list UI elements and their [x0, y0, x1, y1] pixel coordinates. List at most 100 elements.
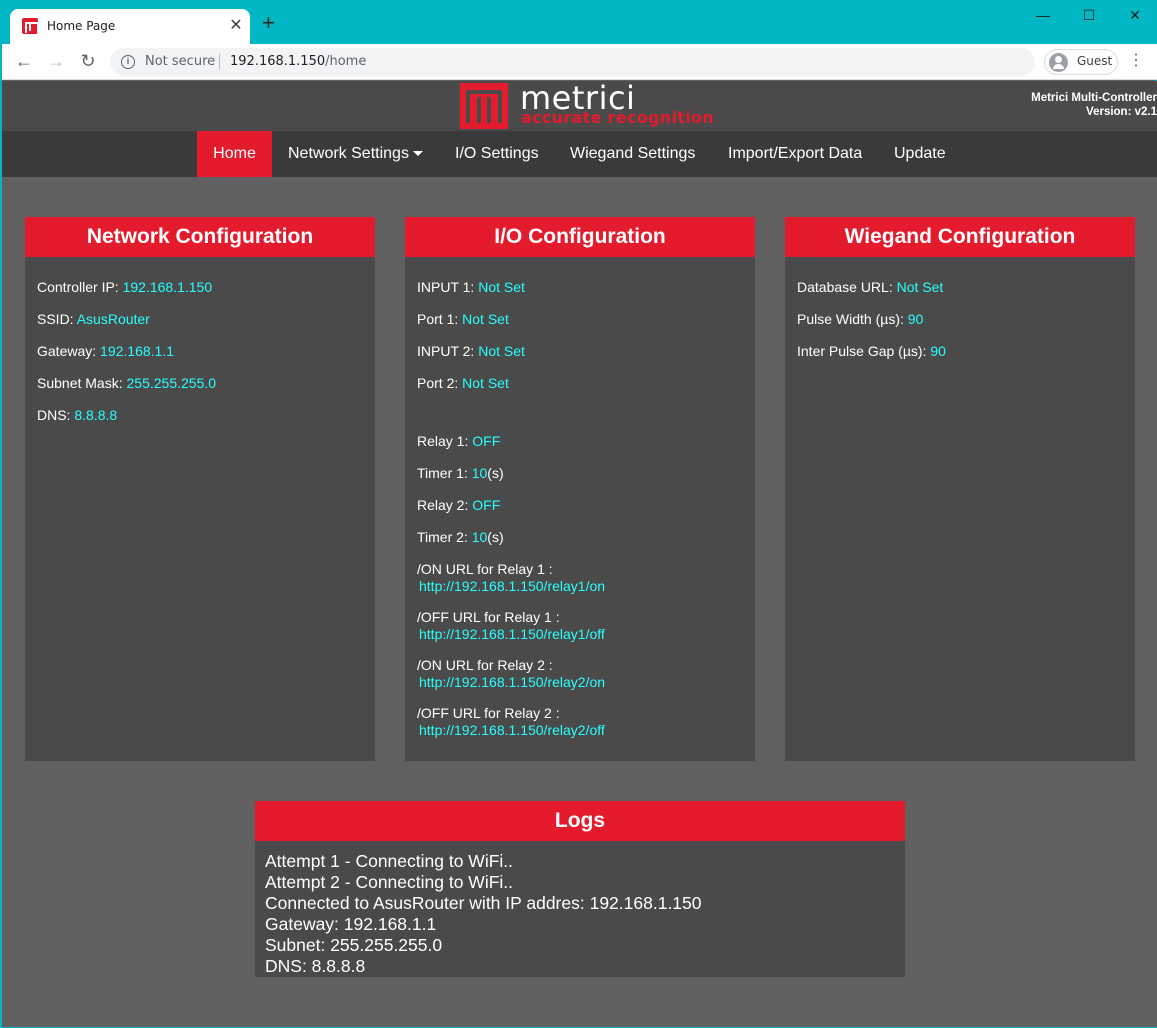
nav-network-settings-label: Network Settings: [288, 145, 409, 162]
field-label: Inter Pulse Gap (µs):: [797, 343, 927, 359]
site-header: metrici accurate recognition Metrici Mul…: [2, 81, 1157, 131]
network-row-gateway: Gateway: 192.168.1.1: [37, 343, 174, 359]
field-label: Pulse Width (µs):: [797, 311, 904, 327]
logs-output: Attempt 1 - Connecting to WiFi.. Attempt…: [255, 841, 905, 977]
new-tab-button[interactable]: +: [262, 12, 275, 34]
field-unit: (s): [487, 465, 504, 481]
field-value[interactable]: http://192.168.1.150/relay2/on: [419, 674, 605, 690]
product-name: Metrici Multi-Controller: [1031, 92, 1157, 104]
io-config-card: I/O Configuration INPUT 1: Not Set Port …: [405, 217, 755, 761]
main-nav: Home Network Settings I/O Settings Wiega…: [2, 131, 1157, 177]
nav-home[interactable]: Home: [197, 131, 272, 177]
caret-down-icon: [412, 151, 423, 157]
url-text[interactable]: 192.168.1.150/home: [230, 54, 366, 69]
field-value: 10: [471, 465, 488, 481]
browser-window: Home Page ✕ + — ☐ ✕ ← → ↻ i Not secure 1…: [1, 0, 1157, 1027]
nav-io-settings[interactable]: I/O Settings: [455, 131, 539, 177]
field-label: INPUT 1:: [417, 279, 475, 295]
field-label: /OFF URL for Relay 1 :: [417, 609, 560, 625]
metrici-logo-icon: [460, 83, 508, 129]
nav-network-settings[interactable]: Network Settings: [288, 131, 423, 177]
io-row-relay1: Relay 1: OFF: [417, 433, 500, 449]
field-value[interactable]: http://192.168.1.150/relay2/off: [419, 722, 605, 738]
browser-tab[interactable]: Home Page ✕: [10, 9, 250, 44]
info-icon[interactable]: i: [121, 55, 135, 69]
io-row-port1: Port 1: Not Set: [417, 311, 509, 327]
field-value: OFF: [472, 497, 501, 513]
product-info: Metrici Multi-Controller Version: v2.1: [1031, 91, 1157, 119]
network-row-subnet: Subnet Mask: 255.255.255.0: [37, 375, 216, 391]
field-value: OFF: [472, 433, 501, 449]
field-label: Database URL:: [797, 279, 893, 295]
logo-tagline: accurate recognition: [521, 108, 714, 127]
field-label: Relay 2:: [417, 497, 469, 513]
io-row-input1: INPUT 1: Not Set: [417, 279, 525, 295]
network-row-controller-ip: Controller IP: 192.168.1.150: [37, 279, 212, 295]
field-unit: (s): [487, 529, 504, 545]
field-value: AsusRouter: [76, 311, 150, 327]
field-value: 90: [930, 343, 946, 359]
field-label: SSID:: [37, 311, 74, 327]
field-label: /ON URL for Relay 1 :: [417, 561, 553, 577]
nav-update[interactable]: Update: [894, 131, 946, 177]
reload-icon[interactable]: ↻: [76, 50, 100, 72]
field-label: Gateway:: [37, 343, 97, 359]
close-window-icon[interactable]: ✕: [1112, 7, 1157, 24]
close-tab-icon[interactable]: ✕: [228, 15, 244, 35]
field-label: DNS:: [37, 407, 71, 423]
field-label: Timer 1:: [417, 465, 468, 481]
address-bar[interactable]: i Not secure 192.168.1.150/home: [110, 48, 1035, 76]
log-line: Subnet: 255.255.255.0: [265, 935, 443, 955]
field-label: Port 2:: [417, 375, 459, 391]
profile-button[interactable]: Guest: [1044, 49, 1118, 75]
field-label: Port 1:: [417, 311, 459, 327]
forward-arrow-icon[interactable]: →: [44, 50, 68, 72]
field-value[interactable]: http://192.168.1.150/relay1/off: [419, 626, 605, 642]
back-arrow-icon[interactable]: ←: [12, 50, 36, 72]
wiegand-config-card: Wiegand Configuration Database URL: Not …: [785, 217, 1135, 761]
wiegand-row-inter-pulse-gap: Inter Pulse Gap (µs): 90: [797, 343, 946, 359]
wiegand-row-database-url: Database URL: Not Set: [797, 279, 943, 295]
field-value: 90: [907, 311, 924, 327]
field-value: Not Set: [896, 279, 944, 295]
title-bar: Home Page ✕ + — ☐ ✕: [2, 1, 1157, 44]
field-value: 192.168.1.150: [122, 279, 213, 295]
browser-toolbar: ← → ↻ i Not secure 192.168.1.150/home Gu…: [2, 44, 1157, 80]
wiegand-row-pulse-width: Pulse Width (µs): 90: [797, 311, 923, 327]
field-label: Relay 1:: [417, 433, 469, 449]
network-config-card: Network Configuration Controller IP: 192…: [25, 217, 375, 761]
network-config-title: Network Configuration: [25, 217, 375, 257]
io-row-relay1-off-url: /OFF URL for Relay 1 : http://192.168.1.1…: [417, 609, 605, 642]
log-line: DNS: 8.8.8.8: [265, 956, 366, 976]
field-label: Controller IP:: [37, 279, 119, 295]
field-value: Not Set: [462, 375, 509, 391]
field-label: INPUT 2:: [417, 343, 475, 359]
log-line: Connected to AsusRouter with IP addres: …: [265, 893, 702, 913]
field-value: Not Set: [478, 343, 525, 359]
io-row-relay1-on-url: /ON URL for Relay 1 : http://192.168.1.15…: [417, 561, 605, 594]
nav-import-export[interactable]: Import/Export Data: [728, 131, 862, 177]
io-row-relay2: Relay 2: OFF: [417, 497, 500, 513]
avatar-icon: [1049, 53, 1068, 72]
io-config-title: I/O Configuration: [405, 217, 755, 257]
io-row-relay2-on-url: /ON URL for Relay 2 : http://192.168.1.15…: [417, 657, 605, 690]
page-content: metrici accurate recognition Metrici Mul…: [2, 81, 1157, 1027]
field-label: Timer 2:: [417, 529, 468, 545]
more-menu-icon[interactable]: ⋮: [1126, 51, 1146, 71]
field-value[interactable]: http://192.168.1.150/relay1/on: [419, 578, 605, 594]
logs-card: Logs Attempt 1 - Connecting to WiFi.. At…: [255, 801, 905, 977]
field-value: Not Set: [478, 279, 525, 295]
io-row-input2: INPUT 2: Not Set: [417, 343, 525, 359]
network-row-ssid: SSID: AsusRouter: [37, 311, 150, 327]
field-value: 8.8.8.8: [74, 407, 118, 423]
io-row-relay2-off-url: /OFF URL for Relay 2 : http://192.168.1.1…: [417, 705, 605, 738]
log-line: Gateway: 192.168.1.1: [265, 914, 437, 934]
security-label[interactable]: Not secure: [145, 54, 215, 69]
nav-wiegand-settings[interactable]: Wiegand Settings: [570, 131, 695, 177]
field-label: /ON URL for Relay 2 :: [417, 657, 553, 673]
maximize-icon[interactable]: ☐: [1066, 7, 1112, 24]
product-version: Version: v2.1: [1086, 106, 1157, 118]
logs-title: Logs: [255, 801, 905, 841]
minimize-icon[interactable]: —: [1020, 7, 1066, 23]
io-row-port2: Port 2: Not Set: [417, 375, 509, 391]
